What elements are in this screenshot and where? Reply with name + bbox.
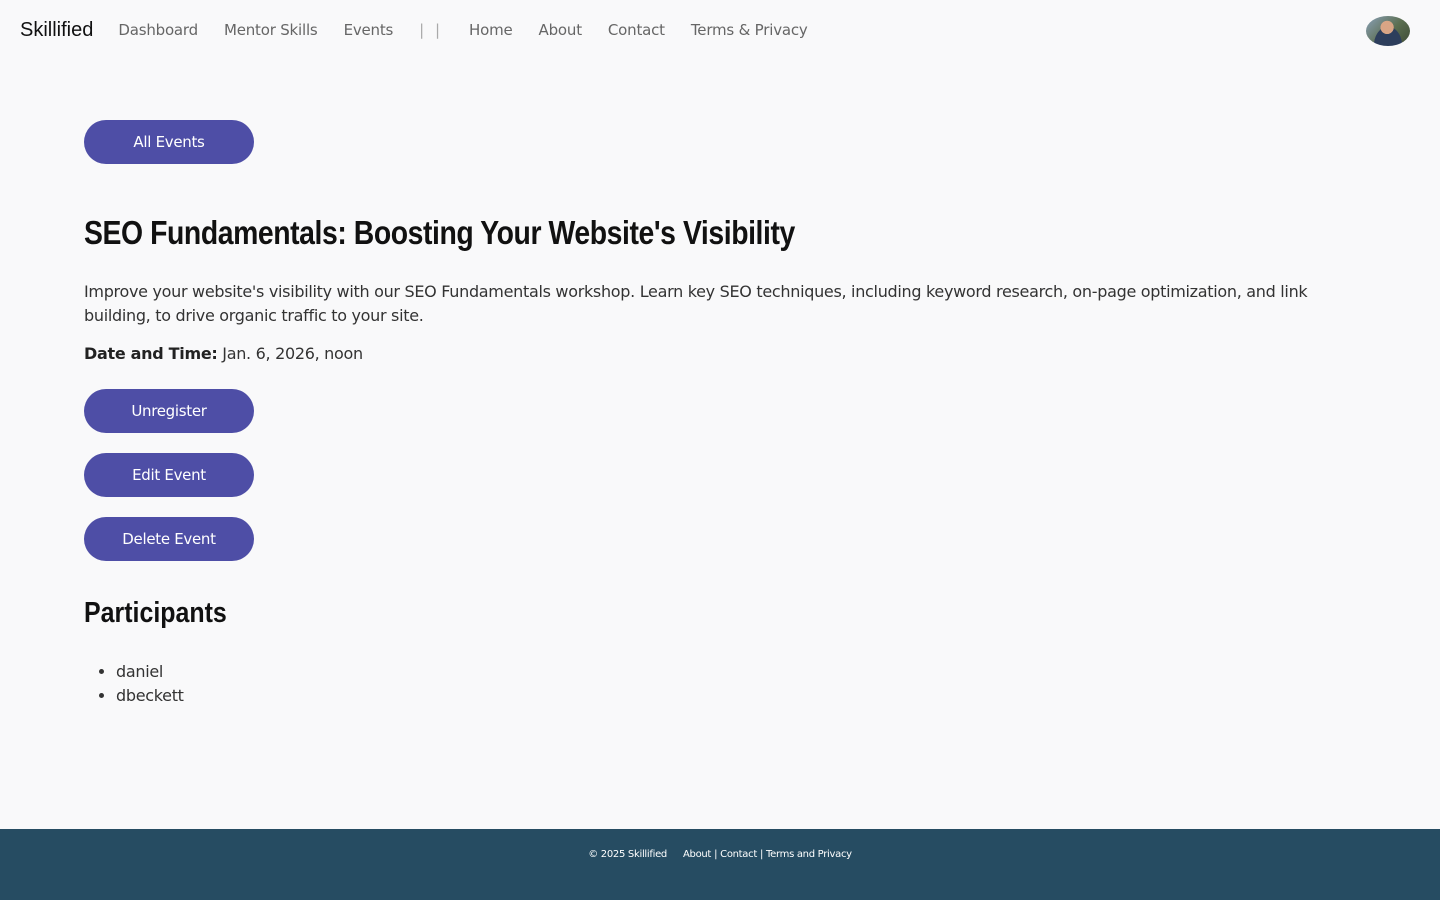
event-detail: All Events SEO Fundamentals: Boosting Yo…: [84, 120, 1356, 708]
nav-link-events[interactable]: Events: [344, 21, 394, 39]
user-avatar[interactable]: [1366, 16, 1410, 46]
nav-link-mentor-skills[interactable]: Mentor Skills: [224, 21, 318, 39]
participant-item: dbeckett: [116, 684, 1356, 708]
datetime-value: Jan. 6, 2026, noon: [222, 344, 363, 363]
footer-link-terms[interactable]: Terms and Privacy: [766, 849, 852, 860]
all-events-button[interactable]: All Events: [84, 120, 254, 164]
footer-links: About | Contact | Terms and Privacy: [683, 849, 852, 900]
datetime-label: Date and Time:: [84, 344, 218, 363]
nav-link-about[interactable]: About: [539, 21, 583, 39]
nav-link-dashboard[interactable]: Dashboard: [118, 21, 198, 39]
page-footer: © 2025 Skillified About | Contact | Terms an…: [0, 829, 1440, 900]
footer-link-about[interactable]: About: [683, 849, 711, 860]
event-title: SEO Fundamentals: Boosting Your Website'…: [84, 214, 795, 251]
brand-logo[interactable]: Skillified: [20, 19, 93, 42]
event-description: Improve your website's visibility with o…: [84, 282, 1308, 325]
nav-separator: | |: [419, 21, 444, 39]
unregister-button[interactable]: Unregister: [84, 389, 254, 433]
footer-link-separator: |: [759, 849, 764, 860]
nav-link-terms-privacy[interactable]: Terms & Privacy: [691, 21, 808, 39]
participants-list: daniel dbeckett: [84, 660, 1356, 708]
delete-event-button[interactable]: Delete Event: [84, 517, 254, 561]
event-actions: Unregister Edit Event Delete Event: [84, 389, 1356, 561]
top-navbar: Skillified Dashboard Mentor Skills Event…: [0, 0, 1440, 60]
event-datetime: Date and Time: Jan. 6, 2026, noon: [84, 344, 1356, 363]
nav-link-home[interactable]: Home: [469, 21, 513, 39]
participants-title: Participants: [84, 597, 227, 629]
footer-copyright: © 2025 Skillified: [588, 849, 667, 860]
footer-link-separator: |: [714, 849, 718, 860]
participant-item: daniel: [116, 660, 1356, 684]
nav-link-contact[interactable]: Contact: [608, 21, 665, 39]
footer-link-contact[interactable]: Contact: [720, 849, 757, 860]
edit-event-button[interactable]: Edit Event: [84, 453, 254, 497]
